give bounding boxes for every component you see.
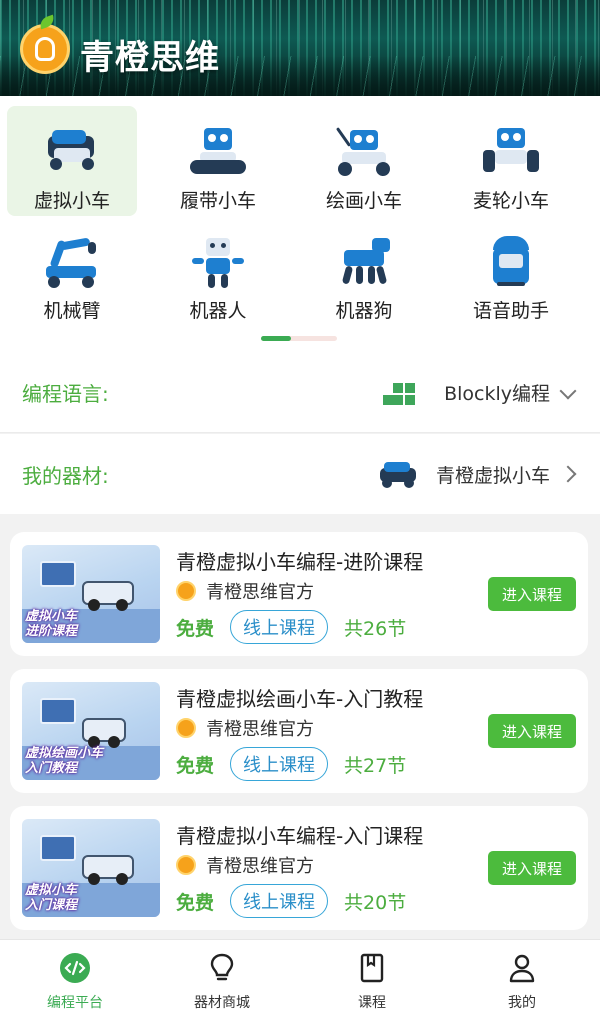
thumbnail-caption: 虚拟小车 入门课程 <box>25 883 78 913</box>
mecanum-car-icon <box>479 126 543 180</box>
category-label: 机器狗 <box>335 300 393 322</box>
course-title: 青橙虚拟小车编程-进阶课程 <box>176 550 424 574</box>
category-robot-arm[interactable]: 机械臂 <box>7 216 137 326</box>
category-drawing-car[interactable]: 绘画小车 <box>299 106 429 216</box>
virtual-car-icon <box>40 126 104 180</box>
code-platform-icon <box>59 952 91 984</box>
equipment-row[interactable]: 我的器材: 青橙虚拟小车 <box>0 434 600 514</box>
category-label: 机械臂 <box>43 300 101 322</box>
robot-icon <box>186 236 250 290</box>
author-avatar-icon <box>176 718 196 738</box>
course-author: 青橙思维官方 <box>176 578 314 604</box>
book-icon <box>356 952 388 984</box>
course-thumbnail: 虚拟小车 进阶课程 <box>22 545 160 643</box>
tab-label: 我的 <box>508 995 536 1011</box>
course-type-tag: 线上课程 <box>230 884 329 918</box>
course-card[interactable]: 虚拟绘画小车 入门教程 青橙虚拟绘画小车-入门教程 青橙思维官方 免费 线上课程… <box>10 669 588 793</box>
course-type-tag: 线上课程 <box>230 610 329 644</box>
bulb-icon <box>206 952 238 984</box>
tab-label: 器材商城 <box>194 995 250 1011</box>
category-label: 麦轮小车 <box>472 190 549 212</box>
enter-course-button[interactable]: 进入课程 <box>488 714 576 748</box>
price-label: 免费 <box>176 754 215 777</box>
course-title: 青橙虚拟小车编程-入门课程 <box>176 824 424 848</box>
language-value: Blockly编程 <box>444 383 550 405</box>
brand-title: 青橙思维 <box>80 38 220 78</box>
drawing-car-icon <box>332 126 396 180</box>
enter-course-button[interactable]: 进入课程 <box>488 577 576 611</box>
course-title: 青橙虚拟绘画小车-入门教程 <box>176 687 424 711</box>
author-avatar-icon <box>176 855 196 875</box>
tab-profile[interactable]: 我的 <box>447 940 597 1019</box>
price-label: 免费 <box>176 617 215 640</box>
course-author: 青橙思维官方 <box>176 715 314 741</box>
tab-equipment-store[interactable]: 器材商城 <box>147 940 297 1019</box>
user-icon <box>506 952 538 984</box>
category-label: 虚拟小车 <box>33 190 110 212</box>
category-voice-assistant[interactable]: 语音助手 <box>446 216 576 326</box>
equipment-value: 青橙虚拟小车 <box>435 464 550 487</box>
robot-dog-icon <box>332 236 396 290</box>
lesson-count: 共20节 <box>344 891 407 914</box>
author-avatar-icon <box>176 581 196 601</box>
enter-course-button[interactable]: 进入课程 <box>488 851 576 885</box>
category-grid: 虚拟小车 履带小车 绘画小车 麦轮小车 机械臂 机器人 机器狗 语音助手 <box>0 96 600 358</box>
page-indicator <box>261 336 337 341</box>
category-label: 绘画小车 <box>325 190 402 212</box>
category-mecanum-car[interactable]: 麦轮小车 <box>446 106 576 216</box>
lesson-count: 共26节 <box>344 617 407 640</box>
course-card[interactable]: 虚拟小车 入门课程 青橙虚拟小车编程-入门课程 青橙思维官方 免费 线上课程 共… <box>10 806 588 930</box>
course-thumbnail: 虚拟绘画小车 入门教程 <box>22 682 160 780</box>
language-label: 编程语言: <box>22 382 109 406</box>
course-thumbnail: 虚拟小车 入门课程 <box>22 819 160 917</box>
category-robot-dog[interactable]: 机器狗 <box>299 216 429 326</box>
category-virtual-car[interactable]: 虚拟小车 <box>7 106 137 216</box>
lesson-count: 共27节 <box>344 754 407 777</box>
course-author: 青橙思维官方 <box>176 852 314 878</box>
language-row[interactable]: 编程语言: Blockly编程 <box>0 353 600 433</box>
tab-label: 课程 <box>358 995 386 1011</box>
robot-arm-icon <box>40 236 104 290</box>
category-label: 履带小车 <box>179 190 256 212</box>
bottom-nav: 编程平台 器材商城 课程 我的 <box>0 939 600 1019</box>
category-label: 语音助手 <box>472 300 549 322</box>
tracked-car-icon <box>186 126 250 180</box>
tab-code-platform[interactable]: 编程平台 <box>0 940 150 1019</box>
category-robot[interactable]: 机器人 <box>153 216 283 326</box>
virtual-car-icon <box>378 460 418 488</box>
voice-assistant-icon <box>479 236 543 290</box>
header-banner: 青橙思维 <box>0 0 600 96</box>
course-card[interactable]: 虚拟小车 进阶课程 青橙虚拟小车编程-进阶课程 青橙思维官方 免费 线上课程 共… <box>10 532 588 656</box>
thumbnail-caption: 虚拟绘画小车 入门教程 <box>25 746 104 776</box>
brand-logo-icon <box>20 14 70 74</box>
blockly-icon <box>383 383 415 405</box>
tab-courses[interactable]: 课程 <box>297 940 447 1019</box>
chevron-down-icon <box>559 382 577 400</box>
thumbnail-caption: 虚拟小车 进阶课程 <box>25 609 78 639</box>
chevron-right-icon <box>559 465 577 483</box>
category-label: 机器人 <box>189 300 247 322</box>
category-tracked-car[interactable]: 履带小车 <box>153 106 283 216</box>
course-type-tag: 线上课程 <box>230 747 329 781</box>
tab-label: 编程平台 <box>47 995 103 1011</box>
price-label: 免费 <box>176 891 215 914</box>
equipment-label: 我的器材: <box>22 463 109 488</box>
